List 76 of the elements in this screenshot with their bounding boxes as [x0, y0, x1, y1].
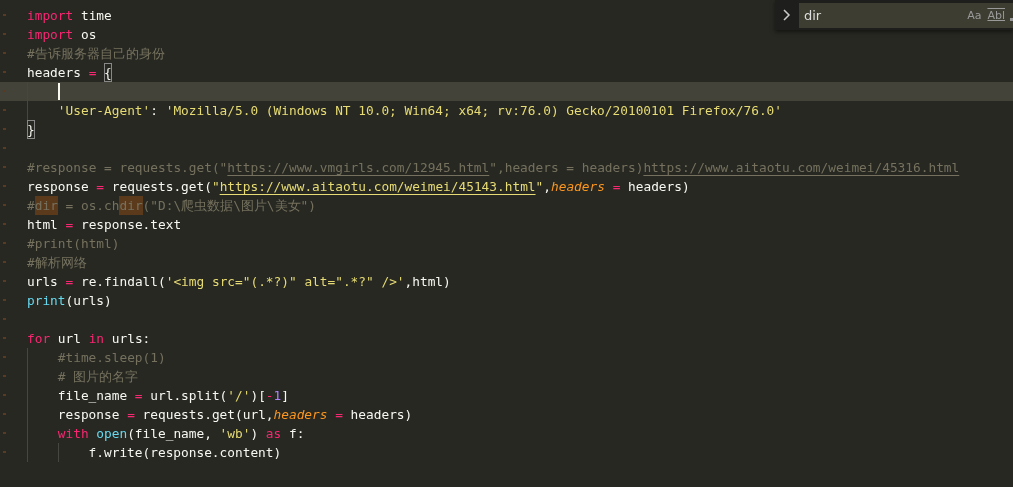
code-token: " — [535, 178, 544, 196]
code-token: = — [65, 273, 74, 291]
code-token: = — [65, 216, 74, 234]
search-match: dir — [119, 196, 143, 215]
code-token: https://www.vmgirls.com/12945.html — [227, 159, 490, 177]
code-token: url — [56, 330, 82, 348]
code-token: headers — [27, 64, 82, 82]
whole-word-toggle[interactable]: Abl — [986, 8, 1006, 22]
code-token: requests.get( — [110, 178, 212, 196]
code-token: headers) — [350, 406, 413, 424]
code-token: = os.ch — [64, 197, 120, 215]
code-token: print — [27, 292, 66, 310]
code-token: urls: — [110, 330, 151, 348]
code-token: urls — [27, 273, 59, 291]
code-token: headers — [273, 406, 328, 424]
code-token: " — [211, 178, 220, 196]
code-token: for — [27, 330, 51, 348]
code-token: os — [79, 26, 97, 44]
code-token: in — [88, 330, 105, 348]
code-token: '/' — [227, 387, 251, 405]
code-token: #print(html) — [27, 235, 120, 253]
code-token: url.split( — [149, 387, 228, 405]
code-token: # — [27, 197, 35, 215]
code-token: = — [334, 406, 344, 424]
code-token: , — [543, 178, 551, 196]
code-token: https://www.aitaotu.com/weimei/45316.html — [643, 159, 960, 177]
chevron-icon[interactable] — [783, 9, 791, 21]
code-token: headers) — [628, 178, 690, 196]
code-token: headers — [551, 178, 605, 196]
code-token: response — [57, 406, 121, 424]
code-token: ("D:\爬虫数据\图片\美女") — [142, 197, 316, 215]
code-token: = — [611, 178, 622, 196]
code-token: = — [134, 387, 143, 405]
code-token: with — [57, 425, 90, 443]
code-token: requests.get(url, — [141, 406, 274, 424]
code-token: https://www.aitaotu.com/weimei/45143.html — [219, 178, 536, 196]
code-token: import — [27, 7, 74, 25]
code-token: #time.sleep(1) — [57, 349, 166, 367]
code-token: time — [79, 7, 112, 25]
code-token: (file_name, — [127, 425, 213, 443]
match-case-toggle[interactable]: Aa — [966, 8, 983, 22]
code-token: = — [127, 406, 135, 424]
code-token: f.write(response.content) — [88, 444, 282, 462]
code-token: re.findall( — [79, 273, 166, 291]
code-token: = — [88, 64, 98, 82]
code-token: #解析网络 — [27, 254, 87, 272]
code-token: # 图片的名字 — [57, 368, 139, 386]
code-token: response — [27, 178, 90, 196]
code-token: ) — [250, 425, 260, 443]
code-token: (urls) — [65, 292, 112, 310]
code-token: 1 — [273, 387, 282, 405]
code-token: open — [96, 425, 128, 443]
code-token: } — [27, 120, 35, 139]
code-token: '<img src="(.*?)" alt=".*?" />' — [165, 273, 405, 291]
code-token: ",headers = headers) — [489, 159, 644, 177]
code-token: file_name — [57, 387, 129, 405]
find-field[interactable]: dir Aa Abl — [799, 2, 1013, 28]
search-match: dir — [34, 196, 58, 215]
code-token: = — [96, 178, 105, 196]
code-token: f: — [288, 425, 305, 443]
code-token: ,html) — [404, 273, 451, 291]
code-token: : — [150, 102, 159, 120]
code-token: ] — [281, 387, 289, 405]
code-token: #告诉服务器自己的身份 — [27, 45, 165, 63]
code-token: #response = requests.get(" — [27, 159, 228, 177]
code-token: import — [27, 26, 74, 44]
code-token: response.text — [79, 216, 182, 234]
code-token: 'Mozilla/5.0 (Windows NT 10.0; Win64; x64; rv:76.0) Gecko/20100101 Firefox/76.0' — [165, 102, 783, 120]
code-token: html — [27, 216, 59, 234]
code-token: as — [265, 425, 282, 443]
code-token: { — [104, 63, 112, 82]
code-token: 'wb' — [219, 425, 251, 443]
code-token: - — [265, 387, 274, 405]
code-token: )[ — [250, 387, 266, 405]
text-cursor — [57, 83, 60, 100]
code-token: 'User-Agent' — [57, 102, 151, 120]
